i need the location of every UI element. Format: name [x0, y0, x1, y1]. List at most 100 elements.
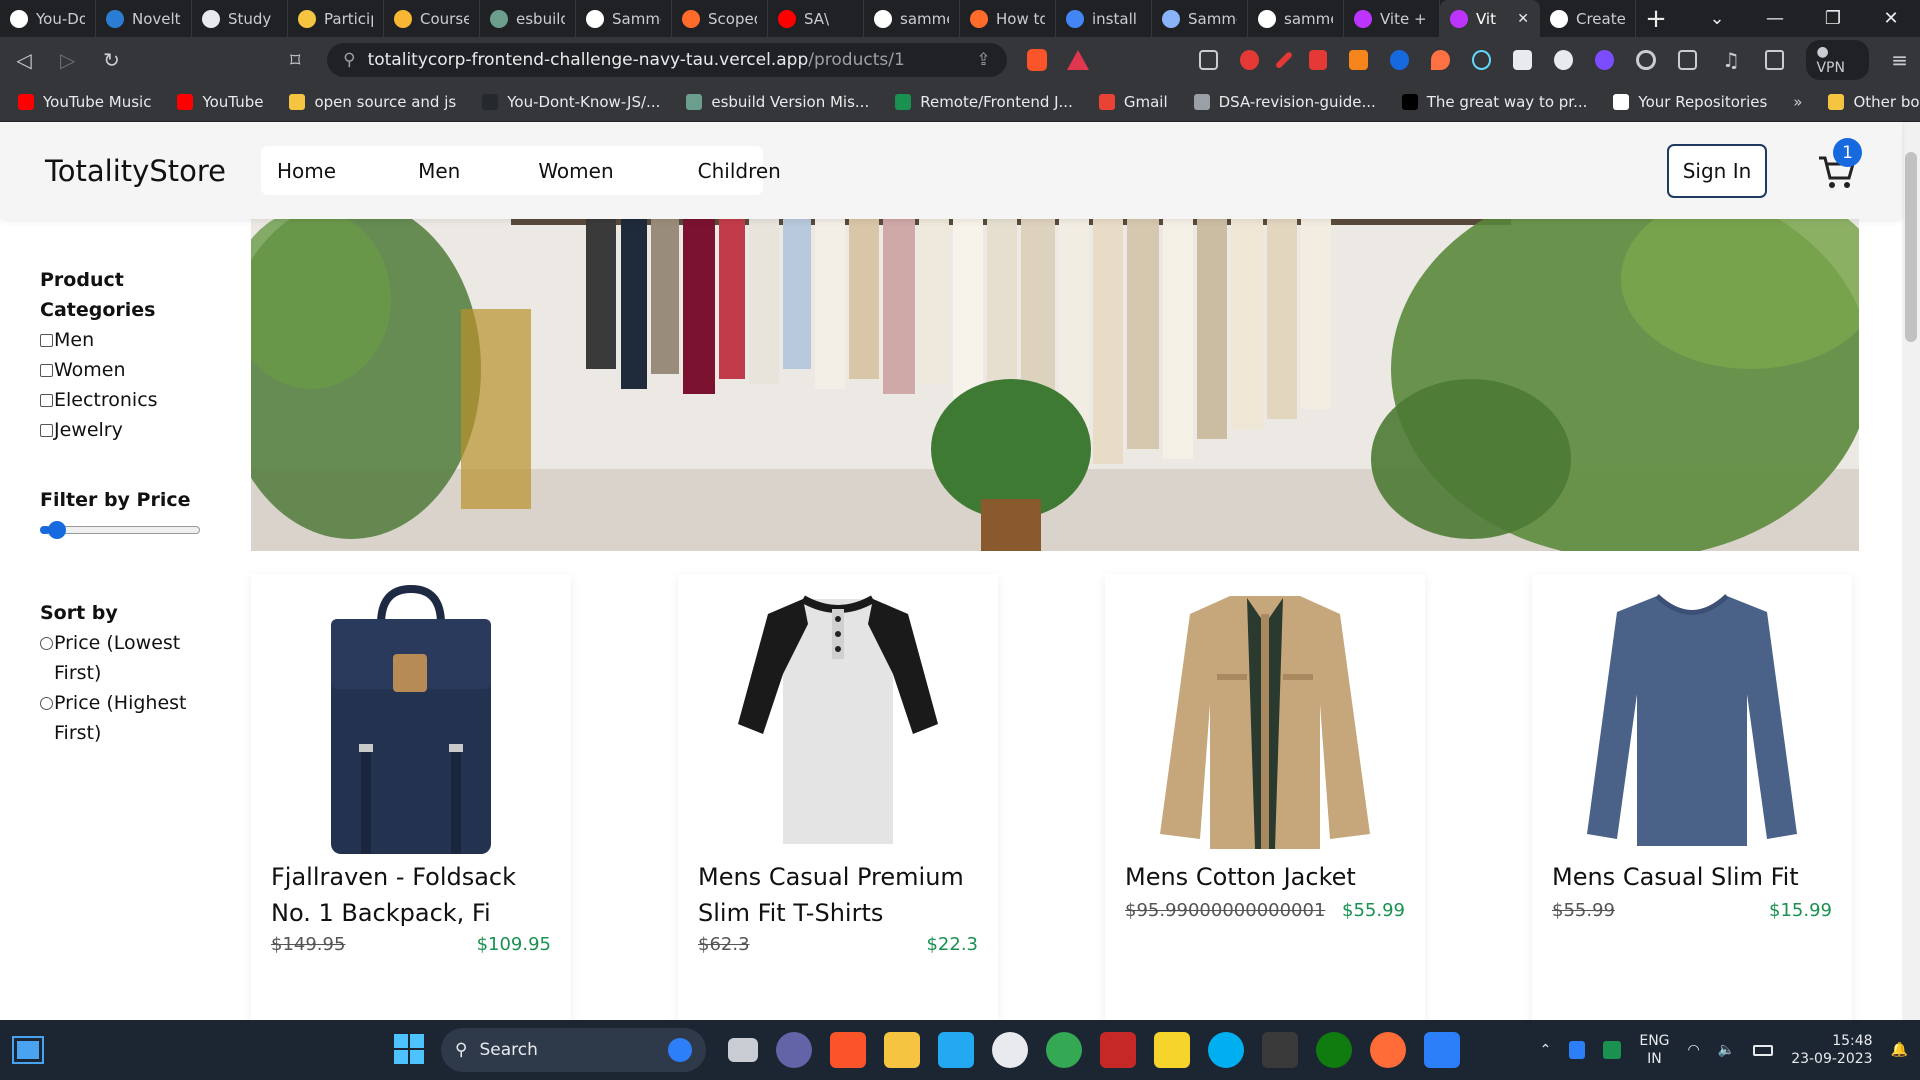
browser-tab[interactable]: SA\: [768, 0, 864, 37]
scrollbar-thumb[interactable]: [1905, 152, 1917, 342]
bookmark-item[interactable]: YouTube Music: [18, 93, 151, 111]
brave-browser-icon[interactable]: [830, 1032, 866, 1068]
browser-menu-icon[interactable]: ≡: [1891, 48, 1908, 72]
browser-tab[interactable]: Course: [384, 0, 480, 37]
metamask-icon[interactable]: [1349, 50, 1369, 70]
close-tab-icon[interactable]: ✕: [1517, 11, 1529, 27]
nav-men[interactable]: Men: [402, 159, 476, 183]
site-info-icon[interactable]: ⚲: [343, 50, 355, 70]
sort-highest-first[interactable]: Price (Highest First): [40, 688, 210, 748]
taskbar-search[interactable]: ⚲ Search: [441, 1028, 706, 1072]
browser-tab[interactable]: install: [1056, 0, 1152, 37]
postman-icon[interactable]: [1370, 1032, 1406, 1068]
teams-chat-icon[interactable]: [776, 1032, 812, 1068]
security-shield-icon[interactable]: [1569, 1041, 1586, 1059]
bookmark-item[interactable]: YouTube: [177, 93, 263, 111]
checkbox[interactable]: [40, 423, 53, 437]
checkbox[interactable]: [40, 393, 53, 407]
picture-in-picture-icon[interactable]: [1198, 50, 1218, 70]
sign-in-button[interactable]: Sign In: [1667, 144, 1767, 198]
nav-home[interactable]: Home: [261, 159, 352, 183]
clock[interactable]: 15:48 23-09-2023: [1791, 1032, 1872, 1068]
bookmark-item[interactable]: Gmail: [1098, 93, 1168, 111]
close-window-button[interactable]: ✕: [1862, 0, 1920, 37]
checkbox[interactable]: [40, 333, 53, 347]
bing-icon[interactable]: [668, 1038, 692, 1062]
browser-tab[interactable]: Scoped: [672, 0, 768, 37]
bookmark-item[interactable]: esbuild Version Mis...: [686, 93, 869, 111]
other-bookmarks-folder[interactable]: Other bookmarks: [1828, 93, 1920, 111]
category-women[interactable]: Women: [40, 355, 210, 385]
minimize-button[interactable]: —: [1746, 0, 1804, 37]
browser-tab[interactable]: How to: [960, 0, 1056, 37]
language-indicator[interactable]: ENG IN: [1639, 1032, 1669, 1068]
terminal-icon[interactable]: [1262, 1032, 1298, 1068]
qr-code-extension-icon[interactable]: [1513, 50, 1533, 70]
clock-app-icon[interactable]: [992, 1032, 1028, 1068]
product-title[interactable]: Mens Cotton Jacket: [1125, 859, 1415, 895]
start-button-icon[interactable]: [393, 1033, 425, 1065]
chevron-up-icon[interactable]: ⌃: [1540, 1042, 1552, 1058]
browser-tab[interactable]: Vit ✕: [1440, 0, 1540, 37]
reload-button[interactable]: ↻: [100, 48, 124, 72]
product-card[interactable]: Mens Casual Slim Fit $55.99 $15.99: [1532, 574, 1852, 1020]
widgets-icon[interactable]: [12, 1036, 44, 1064]
wallet-icon[interactable]: [1765, 50, 1785, 70]
bookmark-item[interactable]: The great way to pr...: [1401, 93, 1587, 111]
sort-lowest-first[interactable]: Price (Lowest First): [40, 628, 210, 688]
vscode-icon[interactable]: [938, 1032, 974, 1068]
browser-tab[interactable]: Samme: [1152, 0, 1248, 37]
screen-recorder-icon[interactable]: [1239, 50, 1259, 70]
product-title[interactable]: Mens Casual Slim Fit: [1552, 859, 1842, 895]
music-icon[interactable]: ♫: [1719, 48, 1744, 72]
store-logo[interactable]: TotalityStore: [45, 154, 226, 188]
xbox-icon[interactable]: [1316, 1032, 1352, 1068]
sticky-notes-icon[interactable]: [1154, 1032, 1190, 1068]
volume-icon[interactable]: 🔈: [1718, 1042, 1735, 1058]
product-card[interactable]: Mens Cotton Jacket $95.99000000000001 $5…: [1105, 574, 1425, 1020]
bookmark-item[interactable]: Remote/Frontend J...: [895, 93, 1073, 111]
slider-thumb[interactable]: [48, 521, 66, 539]
browser-tab[interactable]: samme: [1248, 0, 1344, 37]
restore-button[interactable]: ❐: [1804, 0, 1862, 37]
wifi-icon[interactable]: ◠: [1688, 1042, 1700, 1058]
nav-children[interactable]: Children: [682, 159, 797, 183]
skype-icon[interactable]: [1208, 1032, 1244, 1068]
checkbox[interactable]: [40, 363, 53, 377]
browser-tab[interactable]: Particip: [288, 0, 384, 37]
brave-rewards-icon[interactable]: [1066, 50, 1089, 70]
quick-app-icon[interactable]: [1603, 1041, 1622, 1059]
todo-icon[interactable]: [1424, 1032, 1460, 1068]
vpn-button[interactable]: ● VPN: [1806, 40, 1870, 80]
radio-button[interactable]: [40, 637, 53, 650]
red-app-icon[interactable]: [1100, 1032, 1136, 1068]
radio-button[interactable]: [40, 697, 53, 710]
product-title[interactable]: Mens Casual Premium Slim Fit T-Shirts: [698, 859, 988, 931]
file-explorer-icon[interactable]: [884, 1032, 920, 1068]
pen-extension-icon[interactable]: [1274, 50, 1293, 70]
bookmarks-overflow-button[interactable]: »: [1793, 93, 1802, 111]
product-title[interactable]: Fjallraven - Foldsack No. 1 Backpack, Fi: [271, 859, 561, 931]
toolbox-extension-icon[interactable]: [1308, 50, 1328, 70]
new-tab-button[interactable]: +: [1636, 0, 1676, 37]
price-slider[interactable]: [40, 518, 200, 539]
forward-button[interactable]: ▷: [56, 48, 80, 72]
chrome-icon[interactable]: [1046, 1032, 1082, 1068]
puzzle-extensions-icon[interactable]: [1677, 50, 1697, 70]
address-bar[interactable]: ⚲ totalitycorp-frontend-challenge-navy-t…: [327, 43, 1007, 77]
white-circle-extension-icon[interactable]: [1554, 50, 1574, 70]
bookmark-item[interactable]: DSA-revision-guide...: [1193, 93, 1376, 111]
product-card[interactable]: Mens Casual Premium Slim Fit T-Shirts $6…: [678, 574, 998, 1020]
bookmark-item[interactable]: open source and js: [289, 93, 456, 111]
browser-tab[interactable]: Study p: [192, 0, 288, 37]
back-button[interactable]: ◁: [12, 48, 36, 72]
bookmark-page-icon[interactable]: ⌑: [283, 48, 307, 72]
blue-circle-extension-icon[interactable]: [1390, 50, 1410, 70]
battery-icon[interactable]: [1753, 1044, 1774, 1056]
browser-tab[interactable]: esbuild: [480, 0, 576, 37]
nav-women[interactable]: Women: [522, 159, 629, 183]
browser-tab[interactable]: You-Do: [0, 0, 96, 37]
category-jewelry[interactable]: Jewelry: [40, 415, 210, 445]
share-icon[interactable]: ⇪: [976, 50, 990, 70]
bookmark-item[interactable]: Your Repositories: [1613, 93, 1767, 111]
